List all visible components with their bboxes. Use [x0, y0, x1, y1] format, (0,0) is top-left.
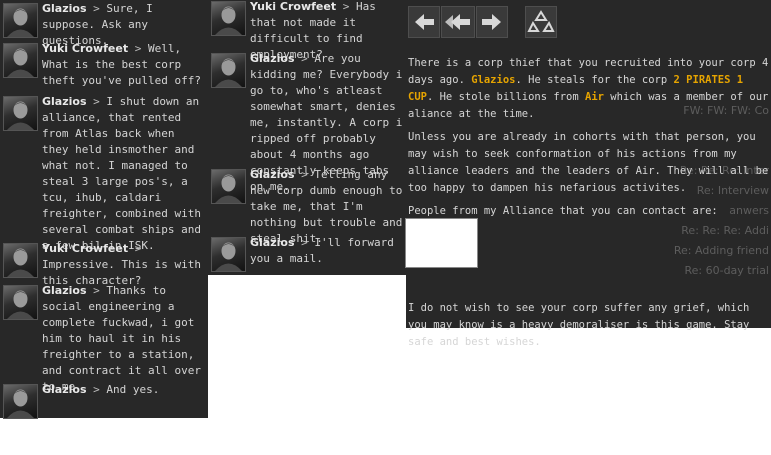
reply-button[interactable] — [408, 6, 440, 38]
sender-name[interactable]: Glazios — [42, 2, 87, 15]
reply-all-button[interactable] — [441, 6, 475, 38]
mail-body: There is a corp thief that you recruited… — [408, 55, 771, 351]
avatar[interactable] — [3, 3, 38, 38]
recycle-icon — [526, 7, 556, 37]
avatar[interactable] — [3, 384, 38, 419]
avatar[interactable] — [211, 1, 246, 36]
sender-name[interactable]: Glazios — [250, 236, 295, 249]
reply-icon — [409, 7, 439, 37]
avatar[interactable] — [211, 169, 246, 204]
delete-button[interactable] — [525, 6, 557, 38]
avatar[interactable] — [211, 237, 246, 272]
character-link[interactable]: Glazios — [471, 74, 515, 86]
sender-name[interactable]: Yuki Crowfeet — [42, 242, 128, 255]
avatar[interactable] — [3, 43, 38, 78]
message-text: Thanks to social engineering a complete … — [42, 284, 201, 393]
message-text: I shut down an alliance, that rented fro… — [42, 95, 201, 252]
alliance-link[interactable]: Air — [585, 91, 604, 103]
mail-paragraph: I do not wish to see your corp suffer an… — [408, 302, 750, 348]
sender-name[interactable]: Yuki Crowfeet — [42, 42, 128, 55]
reply-all-icon — [442, 7, 474, 37]
sender-name[interactable]: Glazios — [42, 383, 87, 396]
forward-button[interactable] — [476, 6, 508, 38]
sender-name[interactable]: Glazios — [42, 95, 87, 108]
mail-paragraph: There is a corp thief that you recruited… — [408, 57, 769, 120]
avatar[interactable] — [3, 243, 38, 278]
forward-icon — [477, 7, 507, 37]
sender-name[interactable]: Glazios — [250, 168, 295, 181]
mail-paragraph: Unless you are already in cohorts with t… — [408, 131, 769, 194]
message-text: And yes. — [106, 383, 160, 396]
chat-panel-middle: Yuki Crowfeet > Has that not made it dif… — [208, 0, 408, 275]
sender-name[interactable]: Glazios — [250, 52, 295, 65]
sender-name[interactable]: Yuki Crowfeet — [250, 0, 336, 13]
avatar[interactable] — [3, 96, 38, 131]
sender-name[interactable]: Glazios — [42, 284, 87, 297]
chat-panel-left: Glazios > Sure, I suppose. Ask any quest… — [0, 0, 208, 419]
avatar[interactable] — [211, 53, 246, 88]
avatar[interactable] — [3, 285, 38, 320]
contact-list-box — [405, 218, 478, 268]
